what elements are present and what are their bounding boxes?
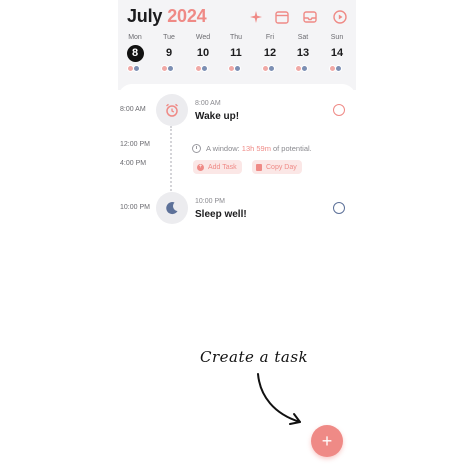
moon-icon (166, 202, 178, 215)
day-name: Sat (297, 34, 309, 41)
wake-title[interactable]: Wake up! (195, 111, 239, 122)
time-label-4pm: 4:00 PM (120, 160, 147, 167)
day-number: 12 (263, 47, 277, 59)
copy-day-button[interactable]: Copy Day (252, 160, 302, 174)
day-number: 9 (165, 47, 173, 59)
play-circle-icon[interactable] (332, 9, 348, 25)
day-number: 10 (196, 47, 210, 59)
year-label: 2024 (167, 6, 207, 26)
day-number: 13 (296, 47, 310, 59)
alarm-icon (166, 103, 178, 117)
window-duration: 13h 59m (241, 144, 271, 153)
month-label: July (127, 6, 163, 26)
day-mon[interactable]: Mon 8 (118, 33, 152, 79)
day-status-dots (261, 65, 279, 72)
day-number: 8 (126, 45, 144, 62)
inbox-icon[interactable] (302, 9, 318, 25)
sparkle-icon[interactable] (248, 9, 264, 25)
month-title: July 2024 (127, 6, 207, 27)
day-sat[interactable]: Sat 13 (286, 33, 320, 79)
sleep-time-small: 10:00 PM (195, 198, 225, 205)
day-status-dots (294, 65, 312, 72)
copy-icon (256, 163, 262, 171)
app-screen: July 2024 Mon 8 Tue 9 Wed 10 Thu 11 Fri … (118, 0, 356, 465)
day-name: Tue (163, 34, 175, 41)
clock-icon (192, 144, 201, 153)
day-name: Fri (265, 34, 275, 41)
annotation-text: Create a task (200, 348, 309, 366)
day-number: 14 (330, 47, 344, 59)
window-info: A window: 13h 59m of potential. (192, 144, 312, 153)
day-status-dots (227, 65, 245, 72)
timeline-connector (170, 126, 172, 198)
sleep-time-label: 10:00 PM (120, 204, 150, 211)
day-name: Sun (330, 34, 344, 41)
day-wed[interactable]: Wed 10 (186, 33, 220, 79)
wake-time-label: 8:00 AM (120, 106, 146, 113)
day-name: Mon (128, 34, 142, 41)
window-suffix: of potential. (272, 144, 312, 153)
create-task-fab[interactable]: + (311, 425, 343, 457)
sleep-bubble[interactable] (156, 192, 188, 224)
day-status-dots (194, 65, 212, 72)
annotation-arrow-icon (257, 373, 301, 425)
day-status-dots (160, 65, 178, 72)
day-fri[interactable]: Fri 12 (253, 33, 287, 79)
day-status-dots (328, 65, 346, 72)
day-tue[interactable]: Tue 9 (152, 33, 186, 79)
day-name: Thu (229, 34, 243, 41)
wake-complete-checkbox[interactable] (333, 104, 345, 116)
copy-day-label: Copy Day (266, 163, 297, 171)
calendar-icon[interactable] (274, 9, 290, 25)
day-name: Wed (195, 34, 211, 41)
day-thu[interactable]: Thu 11 (219, 33, 253, 79)
week-strip: Mon 8 Tue 9 Wed 10 Thu 11 Fri 12 Sat 13 … (118, 33, 356, 79)
add-task-label: Add Task (208, 163, 237, 171)
sleep-complete-checkbox[interactable] (333, 202, 345, 214)
wake-bubble[interactable] (156, 94, 188, 126)
day-status-dots (126, 65, 144, 72)
calendar-header: July 2024 Mon 8 Tue 9 Wed 10 Thu 11 Fri … (118, 0, 356, 90)
wake-time-small: 8:00 AM (195, 100, 221, 107)
window-prefix: A window: (206, 144, 240, 153)
timeline-sheet (118, 84, 356, 465)
time-label-12pm: 12:00 PM (120, 141, 150, 148)
plus-icon: + (197, 163, 204, 171)
add-task-button[interactable]: + Add Task (193, 160, 242, 174)
day-sun[interactable]: Sun 14 (320, 33, 354, 79)
day-number: 11 (230, 47, 242, 59)
sleep-title[interactable]: Sleep well! (195, 209, 247, 220)
